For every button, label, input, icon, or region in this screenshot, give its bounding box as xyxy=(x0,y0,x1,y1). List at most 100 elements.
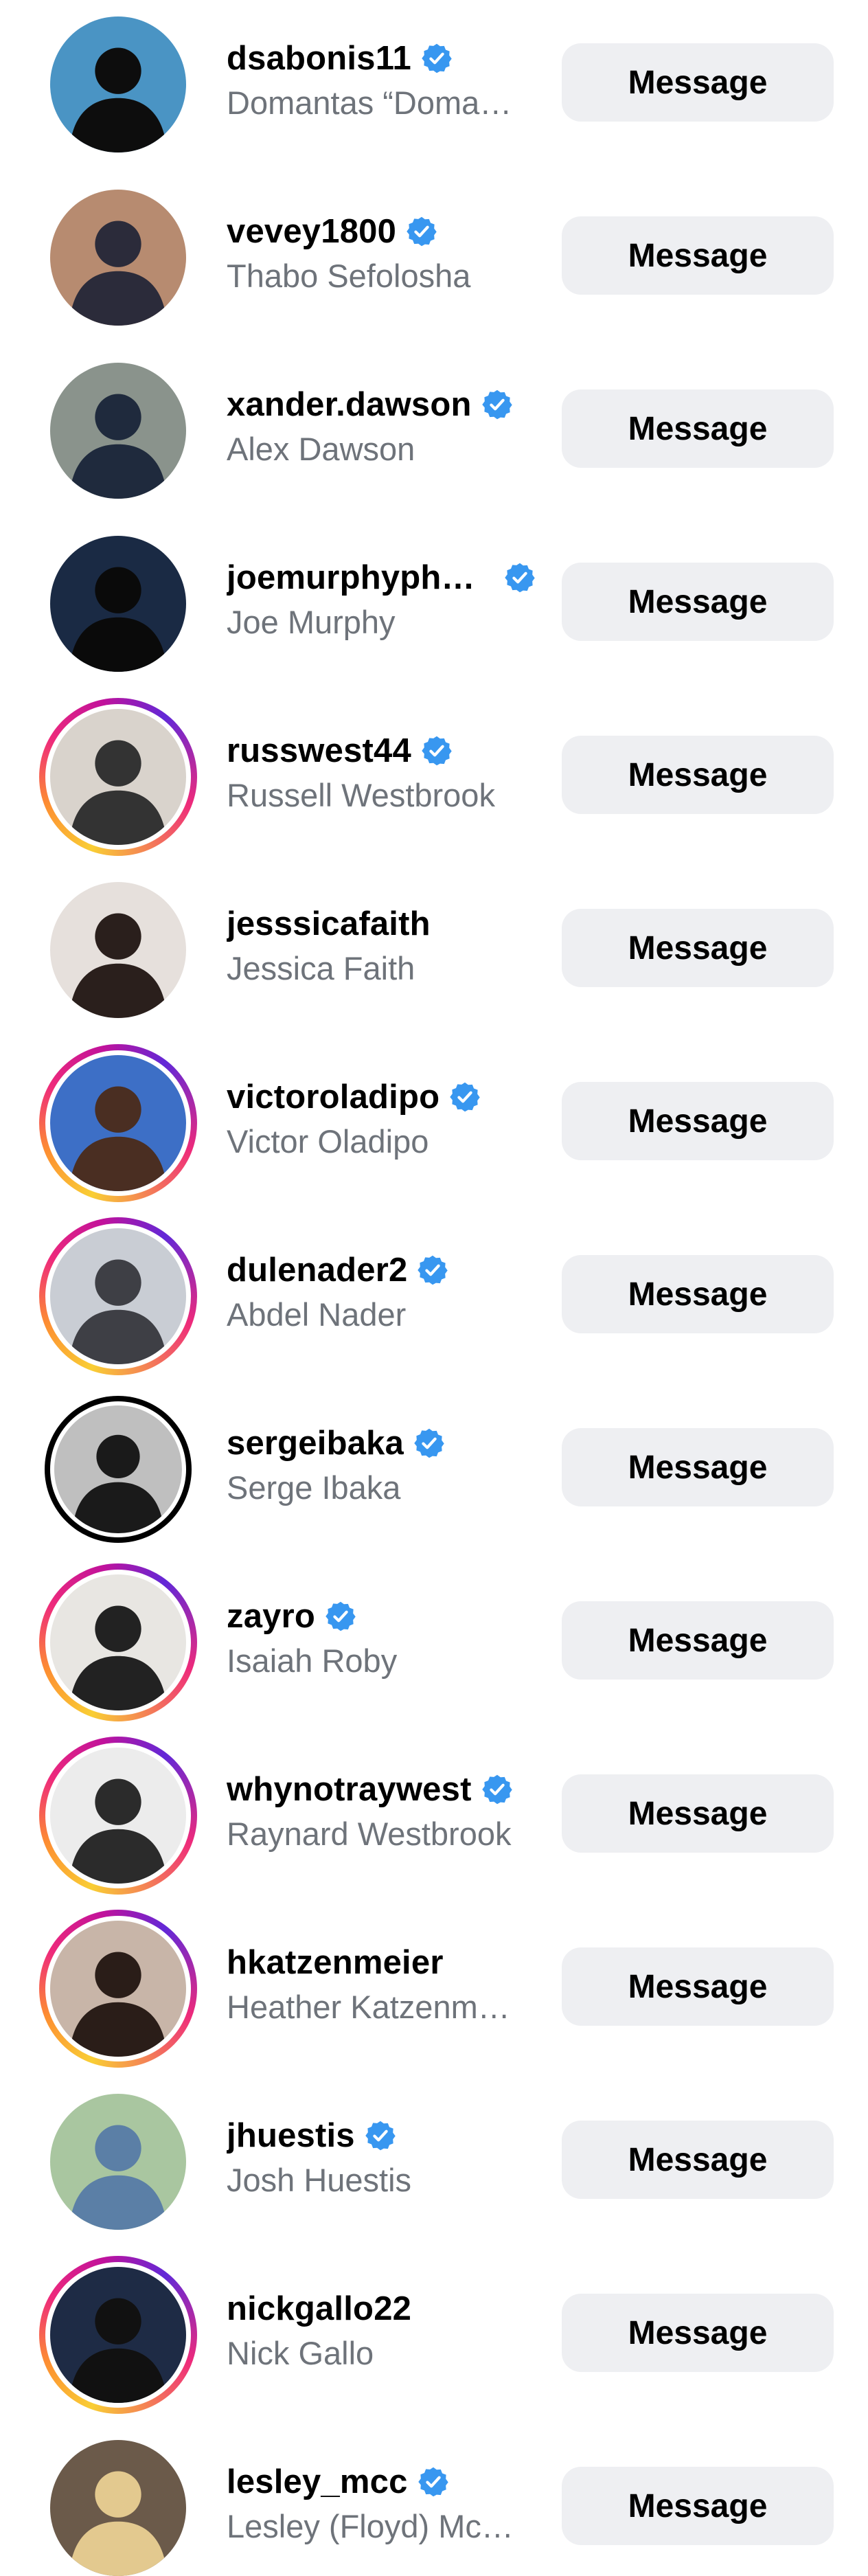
message-button[interactable]: Message xyxy=(562,1428,834,1506)
full-name: Thabo Sefolosha xyxy=(227,258,471,294)
username-line: dulenader2 xyxy=(227,1249,549,1291)
full-name: Serge Ibaka xyxy=(227,1469,401,1506)
avatar[interactable] xyxy=(50,2440,186,2576)
account-row[interactable]: lesley_mcc Lesley (Floyd) Mc… Message xyxy=(0,2424,868,2576)
avatar-container[interactable] xyxy=(50,16,186,152)
account-row[interactable]: vevey1800 Thabo Sefolosha Message xyxy=(0,173,868,346)
username[interactable]: vevey1800 xyxy=(227,212,396,251)
message-button[interactable]: Message xyxy=(562,736,834,814)
message-button[interactable]: Message xyxy=(562,389,834,468)
avatar[interactable] xyxy=(50,363,186,499)
avatar-container[interactable] xyxy=(45,1396,192,1543)
avatar[interactable] xyxy=(50,16,186,152)
account-row[interactable]: whynotraywest Raynard Westbrook Message xyxy=(0,1731,868,1904)
story-ring[interactable] xyxy=(39,1044,197,1202)
avatar-container[interactable] xyxy=(50,2440,186,2576)
account-names: nickgallo22 Nick Gallo xyxy=(227,2287,549,2372)
verified-badge-icon xyxy=(481,389,513,420)
avatar-container[interactable] xyxy=(50,2094,186,2230)
message-button[interactable]: Message xyxy=(562,1601,834,1680)
account-names: jesssicafaith Jessica Faith xyxy=(227,903,549,987)
username-line: joemurphypho… xyxy=(227,556,549,599)
username-line: vevey1800 xyxy=(227,210,549,253)
username[interactable]: hkatzenmeier xyxy=(227,1943,444,1982)
avatar-ring-gap xyxy=(50,1401,186,1537)
avatar-container[interactable] xyxy=(50,882,186,1018)
account-names: xander.dawson Alex Dawson xyxy=(227,383,549,468)
story-ring[interactable] xyxy=(39,1217,197,1375)
avatar[interactable] xyxy=(50,2267,186,2403)
username[interactable]: xander.dawson xyxy=(227,385,472,424)
username[interactable]: russwest44 xyxy=(227,732,411,770)
story-ring[interactable] xyxy=(39,2256,197,2414)
account-names: russwest44 Russell Westbrook xyxy=(227,730,549,814)
avatar-container[interactable] xyxy=(50,190,186,326)
account-row[interactable]: dulenader2 Abdel Nader Message xyxy=(0,1212,868,1385)
avatar-container[interactable] xyxy=(50,363,186,499)
account-row[interactable]: sergeibaka Serge Ibaka Message xyxy=(0,1385,868,1558)
avatar[interactable] xyxy=(50,1748,186,1884)
message-button[interactable]: Message xyxy=(562,43,834,122)
message-button[interactable]: Message xyxy=(562,1082,834,1160)
username-line: jesssicafaith xyxy=(227,903,549,945)
story-ring[interactable] xyxy=(39,1563,197,1721)
verified-badge-icon xyxy=(365,2120,396,2151)
avatar-ring-gap xyxy=(45,2262,191,2408)
avatar-container[interactable] xyxy=(50,536,186,672)
account-names: hkatzenmeier Heather Katzenm… xyxy=(227,1941,549,2026)
avatar[interactable] xyxy=(50,190,186,326)
avatar[interactable] xyxy=(50,1228,186,1364)
username-line: whynotraywest xyxy=(227,1768,549,1811)
message-button[interactable]: Message xyxy=(562,2294,834,2372)
full-name: Josh Huestis xyxy=(227,2162,412,2198)
avatar[interactable] xyxy=(50,882,186,1018)
message-button[interactable]: Message xyxy=(562,1774,834,1853)
account-row[interactable]: nickgallo22 Nick Gallo Message xyxy=(0,2250,868,2424)
message-button[interactable]: Message xyxy=(562,1947,834,2026)
avatar[interactable] xyxy=(54,1405,182,1533)
account-row[interactable]: joemurphypho… Joe Murphy Message xyxy=(0,519,868,692)
username[interactable]: lesley_mcc xyxy=(227,2463,408,2501)
avatar[interactable] xyxy=(50,1921,186,2057)
username[interactable]: victoroladipo xyxy=(227,1078,439,1116)
username[interactable]: jesssicafaith xyxy=(227,905,431,943)
verified-badge-icon xyxy=(421,735,453,767)
avatar[interactable] xyxy=(50,1574,186,1710)
username[interactable]: jhuestis xyxy=(227,2116,355,2155)
account-row[interactable]: russwest44 Russell Westbrook Message xyxy=(0,692,868,866)
story-ring[interactable] xyxy=(39,1737,197,1895)
username[interactable]: nickgallo22 xyxy=(227,2290,411,2328)
account-row[interactable]: dsabonis11 Domantas “Doma… Message xyxy=(0,0,868,173)
account-row[interactable]: xander.dawson Alex Dawson Message xyxy=(0,346,868,519)
username[interactable]: sergeibaka xyxy=(227,1424,404,1462)
message-button[interactable]: Message xyxy=(562,2467,834,2545)
story-ring[interactable] xyxy=(39,698,197,856)
username[interactable]: dsabonis11 xyxy=(227,39,411,78)
account-row[interactable]: jhuestis Josh Huestis Message xyxy=(0,2077,868,2250)
avatar[interactable] xyxy=(50,536,186,672)
account-names: zayro Isaiah Roby xyxy=(227,1595,549,1680)
message-button[interactable]: Message xyxy=(562,563,834,641)
username[interactable]: joemurphypho… xyxy=(227,558,494,597)
avatar[interactable] xyxy=(50,2094,186,2230)
username[interactable]: zayro xyxy=(227,1597,315,1636)
full-name: Lesley (Floyd) Mc… xyxy=(227,2508,514,2544)
username[interactable]: dulenader2 xyxy=(227,1251,407,1289)
account-row[interactable]: jesssicafaith Jessica Faith Message xyxy=(0,866,868,1039)
account-row[interactable]: zayro Isaiah Roby Message xyxy=(0,1558,868,1731)
message-button[interactable]: Message xyxy=(562,909,834,987)
verified-badge-icon xyxy=(481,1774,513,1805)
full-name: Heather Katzenm… xyxy=(227,1989,510,2025)
avatar[interactable] xyxy=(50,1055,186,1191)
account-row[interactable]: hkatzenmeier Heather Katzenm… Message xyxy=(0,1904,868,2077)
message-button[interactable]: Message xyxy=(562,216,834,295)
account-row[interactable]: victoroladipo Victor Oladipo Message xyxy=(0,1039,868,1212)
account-names: whynotraywest Raynard Westbrook xyxy=(227,1768,549,1853)
username[interactable]: whynotraywest xyxy=(227,1770,472,1809)
story-ring[interactable] xyxy=(39,1910,197,2068)
avatar[interactable] xyxy=(50,709,186,845)
username-line: dsabonis11 xyxy=(227,37,549,80)
full-name: Isaiah Roby xyxy=(227,1642,398,1679)
message-button[interactable]: Message xyxy=(562,1255,834,1333)
message-button[interactable]: Message xyxy=(562,2121,834,2199)
